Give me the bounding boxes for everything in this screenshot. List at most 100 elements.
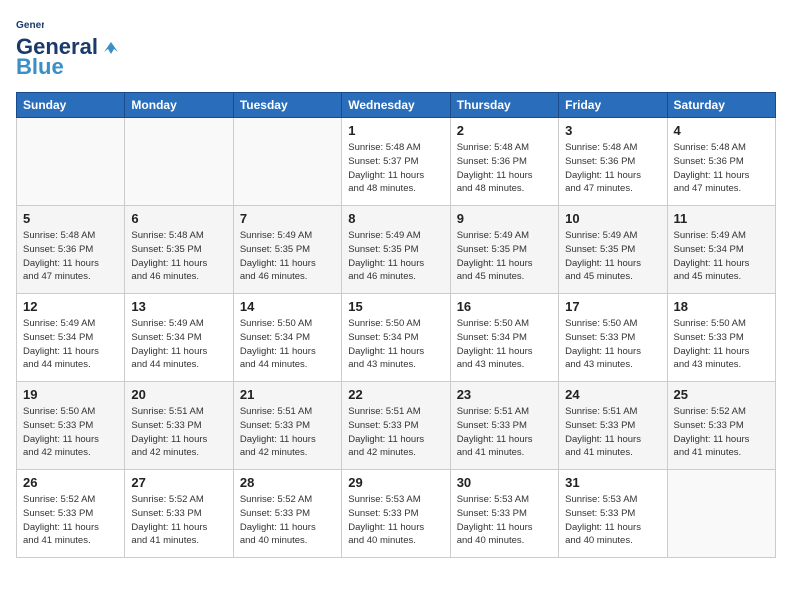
- day-number: 4: [674, 123, 769, 138]
- day-number: 2: [457, 123, 552, 138]
- calendar-week-row: 1Sunrise: 5:48 AM Sunset: 5:37 PM Daylig…: [17, 118, 776, 206]
- day-info: Sunrise: 5:51 AM Sunset: 5:33 PM Dayligh…: [348, 405, 443, 460]
- day-number: 3: [565, 123, 660, 138]
- calendar-week-row: 12 Sunrise: 5:49 AM Sunset: 5:34 PM Dayli…: [17, 294, 776, 382]
- calendar-week-row: 5Sunrise: 5:48 AM Sunset: 5:36 PM Daylig…: [17, 206, 776, 294]
- day-number: 21: [240, 387, 335, 402]
- calendar-cell: 21 Sunrise: 5:51 AM Sunset: 5:33 PM Dayli…: [233, 382, 341, 470]
- weekday-header-wednesday: Wednesday: [342, 93, 450, 118]
- day-info: Sunrise: 5:48 AM Sunset: 5:37 PM Dayligh…: [348, 141, 443, 196]
- day-number: 22: [348, 387, 443, 402]
- day-number: 6: [131, 211, 226, 226]
- logo-icon: General: [16, 16, 44, 34]
- calendar-cell: 8 Sunrise: 5:49 AM Sunset: 5:35 PM Daylig…: [342, 206, 450, 294]
- calendar-cell: 3 Sunrise: 5:48 AM Sunset: 5:36 PM Daylig…: [559, 118, 667, 206]
- day-number: 28: [240, 475, 335, 490]
- day-info: Sunrise: 5:53 AM Sunset: 5:33 PM Dayligh…: [457, 493, 552, 548]
- day-number: 29: [348, 475, 443, 490]
- day-number: 15: [348, 299, 443, 314]
- day-info: Sunrise: 5:49 AM Sunset: 5:34 PM Dayligh…: [131, 317, 226, 372]
- day-info: Sunrise: 5:48 AM Sunset: 5:36 PM Dayligh…: [565, 141, 660, 196]
- day-number: 13: [131, 299, 226, 314]
- calendar-cell: 23Sunrise: 5:51 AM Sunset: 5:33 PM Dayli…: [450, 382, 558, 470]
- day-info: Sunrise: 5:49 AM Sunset: 5:35 PM Dayligh…: [565, 229, 660, 284]
- day-info: Sunrise: 5:53 AM Sunset: 5:33 PM Dayligh…: [565, 493, 660, 548]
- day-info: Sunrise: 5:53 AM Sunset: 5:33 PM Dayligh…: [348, 493, 443, 548]
- calendar-cell: [233, 118, 341, 206]
- svg-text:General: General: [16, 20, 44, 31]
- calendar-cell: 1Sunrise: 5:48 AM Sunset: 5:37 PM Daylig…: [342, 118, 450, 206]
- day-number: 27: [131, 475, 226, 490]
- calendar-cell: 26 Sunrise: 5:52 AM Sunset: 5:33 PM Dayli…: [17, 470, 125, 558]
- calendar-cell: 16 Sunrise: 5:50 AM Sunset: 5:34 PM Dayli…: [450, 294, 558, 382]
- day-info: Sunrise: 5:48 AM Sunset: 5:36 PM Dayligh…: [457, 141, 552, 196]
- calendar-cell: 5Sunrise: 5:48 AM Sunset: 5:36 PM Daylig…: [17, 206, 125, 294]
- calendar-cell: 2 Sunrise: 5:48 AM Sunset: 5:36 PM Daylig…: [450, 118, 558, 206]
- day-number: 23: [457, 387, 552, 402]
- calendar-cell: 24 Sunrise: 5:51 AM Sunset: 5:33 PM Dayli…: [559, 382, 667, 470]
- calendar-cell: 15 Sunrise: 5:50 AM Sunset: 5:34 PM Dayli…: [342, 294, 450, 382]
- day-number: 24: [565, 387, 660, 402]
- day-info: Sunrise: 5:49 AM Sunset: 5:35 PM Dayligh…: [348, 229, 443, 284]
- calendar-cell: 11 Sunrise: 5:49 AM Sunset: 5:34 PM Dayli…: [667, 206, 775, 294]
- day-number: 7: [240, 211, 335, 226]
- day-number: 10: [565, 211, 660, 226]
- calendar-cell: 25 Sunrise: 5:52 AM Sunset: 5:33 PM Dayli…: [667, 382, 775, 470]
- calendar-table: SundayMondayTuesdayWednesdayThursdayFrid…: [16, 92, 776, 558]
- day-number: 26: [23, 475, 118, 490]
- day-info: Sunrise: 5:50 AM Sunset: 5:34 PM Dayligh…: [348, 317, 443, 372]
- day-info: Sunrise: 5:49 AM Sunset: 5:34 PM Dayligh…: [23, 317, 118, 372]
- calendar-cell: 7Sunrise: 5:49 AM Sunset: 5:35 PM Daylig…: [233, 206, 341, 294]
- day-info: Sunrise: 5:50 AM Sunset: 5:33 PM Dayligh…: [23, 405, 118, 460]
- calendar-cell: 13 Sunrise: 5:49 AM Sunset: 5:34 PM Dayli…: [125, 294, 233, 382]
- day-info: Sunrise: 5:50 AM Sunset: 5:34 PM Dayligh…: [240, 317, 335, 372]
- calendar-cell: 18 Sunrise: 5:50 AM Sunset: 5:33 PM Dayli…: [667, 294, 775, 382]
- calendar-cell: 19Sunrise: 5:50 AM Sunset: 5:33 PM Dayli…: [17, 382, 125, 470]
- calendar-cell: 6 Sunrise: 5:48 AM Sunset: 5:35 PM Daylig…: [125, 206, 233, 294]
- day-info: Sunrise: 5:50 AM Sunset: 5:33 PM Dayligh…: [674, 317, 769, 372]
- day-number: 20: [131, 387, 226, 402]
- weekday-header-monday: Monday: [125, 93, 233, 118]
- calendar-cell: 27 Sunrise: 5:52 AM Sunset: 5:33 PM Dayli…: [125, 470, 233, 558]
- day-info: Sunrise: 5:50 AM Sunset: 5:34 PM Dayligh…: [457, 317, 552, 372]
- day-number: 12: [23, 299, 118, 314]
- day-info: Sunrise: 5:50 AM Sunset: 5:33 PM Dayligh…: [565, 317, 660, 372]
- logo-blue: Blue: [16, 54, 64, 80]
- calendar-cell: 31 Sunrise: 5:53 AM Sunset: 5:33 PM Dayli…: [559, 470, 667, 558]
- day-info: Sunrise: 5:49 AM Sunset: 5:34 PM Dayligh…: [674, 229, 769, 284]
- calendar-cell: 28 Sunrise: 5:52 AM Sunset: 5:33 PM Dayli…: [233, 470, 341, 558]
- day-info: Sunrise: 5:52 AM Sunset: 5:33 PM Dayligh…: [240, 493, 335, 548]
- day-info: Sunrise: 5:48 AM Sunset: 5:35 PM Dayligh…: [131, 229, 226, 284]
- weekday-header-tuesday: Tuesday: [233, 93, 341, 118]
- calendar-cell: [667, 470, 775, 558]
- day-number: 11: [674, 211, 769, 226]
- day-info: Sunrise: 5:48 AM Sunset: 5:36 PM Dayligh…: [23, 229, 118, 284]
- day-number: 25: [674, 387, 769, 402]
- day-info: Sunrise: 5:51 AM Sunset: 5:33 PM Dayligh…: [240, 405, 335, 460]
- day-number: 18: [674, 299, 769, 314]
- calendar-cell: 22 Sunrise: 5:51 AM Sunset: 5:33 PM Dayli…: [342, 382, 450, 470]
- day-number: 16: [457, 299, 552, 314]
- day-info: Sunrise: 5:48 AM Sunset: 5:36 PM Dayligh…: [674, 141, 769, 196]
- calendar-cell: 29 Sunrise: 5:53 AM Sunset: 5:33 PM Dayli…: [342, 470, 450, 558]
- day-number: 31: [565, 475, 660, 490]
- logo-bird-icon: [100, 38, 122, 56]
- calendar-cell: 10 Sunrise: 5:49 AM Sunset: 5:35 PM Dayli…: [559, 206, 667, 294]
- calendar-cell: [125, 118, 233, 206]
- calendar-cell: 17Sunrise: 5:50 AM Sunset: 5:33 PM Dayli…: [559, 294, 667, 382]
- day-info: Sunrise: 5:52 AM Sunset: 5:33 PM Dayligh…: [23, 493, 118, 548]
- weekday-header-thursday: Thursday: [450, 93, 558, 118]
- weekday-header-saturday: Saturday: [667, 93, 775, 118]
- day-info: Sunrise: 5:49 AM Sunset: 5:35 PM Dayligh…: [457, 229, 552, 284]
- day-info: Sunrise: 5:52 AM Sunset: 5:33 PM Dayligh…: [131, 493, 226, 548]
- day-number: 8: [348, 211, 443, 226]
- calendar-header-row: SundayMondayTuesdayWednesdayThursdayFrid…: [17, 93, 776, 118]
- day-info: Sunrise: 5:52 AM Sunset: 5:33 PM Dayligh…: [674, 405, 769, 460]
- calendar-cell: 12 Sunrise: 5:49 AM Sunset: 5:34 PM Dayli…: [17, 294, 125, 382]
- logo: General General Blue: [16, 16, 122, 80]
- calendar-week-row: 19Sunrise: 5:50 AM Sunset: 5:33 PM Dayli…: [17, 382, 776, 470]
- calendar-cell: 14Sunrise: 5:50 AM Sunset: 5:34 PM Dayli…: [233, 294, 341, 382]
- calendar-week-row: 26 Sunrise: 5:52 AM Sunset: 5:33 PM Dayli…: [17, 470, 776, 558]
- calendar-cell: 4 Sunrise: 5:48 AM Sunset: 5:36 PM Daylig…: [667, 118, 775, 206]
- day-info: Sunrise: 5:51 AM Sunset: 5:33 PM Dayligh…: [565, 405, 660, 460]
